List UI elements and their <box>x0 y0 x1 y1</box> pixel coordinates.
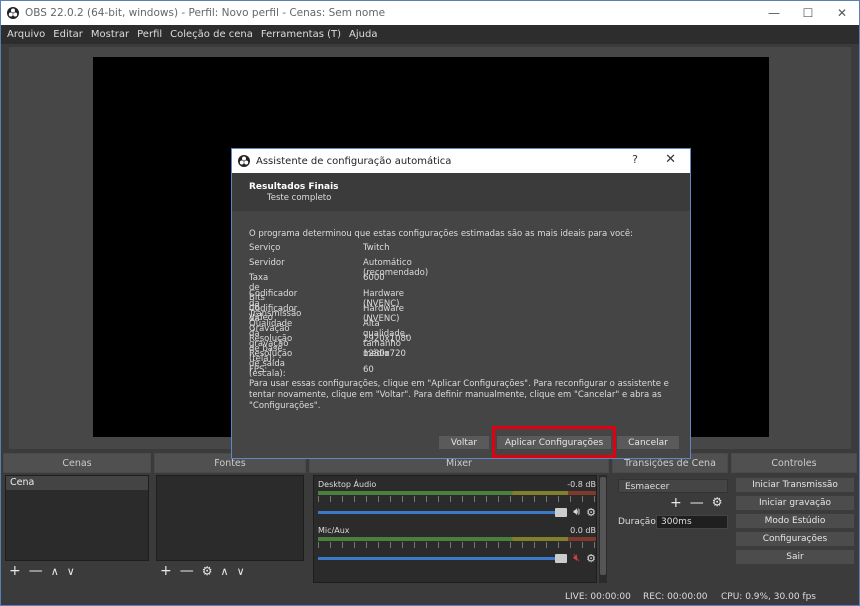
maximize-icon[interactable]: ☐ <box>791 1 825 25</box>
slider-handle[interactable] <box>555 553 568 563</box>
studio-mode-button[interactable]: Modo Estúdio <box>735 513 855 529</box>
start-recording-button[interactable]: Iniciar gravação <box>735 495 855 511</box>
chevron-down-icon[interactable]: ∨ <box>237 565 245 578</box>
close-icon[interactable]: ✕ <box>665 152 676 167</box>
channel-name: Mic/Aux <box>318 526 350 535</box>
speaker-icon[interactable]: 🔊︎ <box>573 505 580 519</box>
title-bar: OBS 22.0.2 (64-bit, windows) - Perfil: N… <box>1 1 859 25</box>
help-icon[interactable]: ? <box>632 153 638 166</box>
dialog-title-bar: Assistente de configuração automática ? … <box>232 149 690 173</box>
results-title: Resultados Finais <box>249 182 339 192</box>
chevron-up-icon[interactable]: ∧ <box>51 565 59 578</box>
gear-icon[interactable]: ⚙ <box>586 552 596 565</box>
result-value: 60 <box>363 364 374 375</box>
menu-bar: Arquivo Editar Mostrar Perfil Coleção de… <box>1 25 859 44</box>
remove-icon[interactable]: — <box>690 495 704 511</box>
gear-icon[interactable]: ⚙ <box>586 506 596 519</box>
results-intro: O programa determinou que estas configur… <box>249 229 633 239</box>
volume-slider[interactable] <box>318 553 568 563</box>
remove-icon[interactable]: — <box>180 563 194 579</box>
gear-icon[interactable]: ⚙ <box>712 495 723 511</box>
scenes-dock-title: Cenas <box>3 453 151 473</box>
highlight-box <box>492 426 616 458</box>
slider-handle[interactable] <box>555 507 568 517</box>
duration-label: Duração <box>618 517 656 527</box>
cancel-button[interactable]: Cancelar <box>616 435 680 450</box>
dialog-title: Assistente de configuração automática <box>256 155 452 167</box>
results-subtitle: Teste completo <box>267 193 332 203</box>
status-bar: LIVE: 00:00:00 REC: 00:00:00 CPU: 0.9%, … <box>1 589 859 605</box>
meter-scale <box>318 496 596 502</box>
result-key: FPS: <box>249 364 268 375</box>
channel-db: 0.0 dB <box>570 526 596 535</box>
add-icon[interactable]: + <box>9 563 21 579</box>
result-key: Servidor <box>249 258 285 269</box>
dialog-header: Resultados Finais Teste completo <box>232 173 690 211</box>
window-title: OBS 22.0.2 (64-bit, windows) - Perfil: N… <box>25 7 386 19</box>
mixer-panel: Desktop Áudio -0.8 dB 🔊︎ ⚙ Mic/Aux 0.0 dB <box>313 475 597 583</box>
menu-colecao-cena[interactable]: Coleção de cena <box>170 29 255 40</box>
mixer-channel-mic: Mic/Aux 0.0 dB 🔇︎ ⚙ <box>318 526 596 565</box>
chevron-up-icon[interactable]: ∧ <box>221 565 229 578</box>
channel-name: Desktop Áudio <box>318 480 377 489</box>
menu-perfil[interactable]: Perfil <box>137 29 164 40</box>
obs-logo-icon <box>238 155 250 167</box>
result-value: 1280x720 <box>363 349 406 360</box>
transitions-dock: Transições de Cena Esmaecer + — ⚙ Duraçã… <box>612 453 728 589</box>
obs-logo-icon <box>7 7 19 19</box>
menu-ferramentas[interactable]: Ferramentas (T) <box>261 29 343 40</box>
channel-db: -0.8 dB <box>567 480 596 489</box>
gear-icon[interactable]: ⚙ <box>202 564 213 578</box>
volume-meter <box>318 537 596 541</box>
close-icon[interactable]: ✕ <box>825 1 859 25</box>
menu-ajuda[interactable]: Ajuda <box>349 29 379 40</box>
sources-list[interactable] <box>156 475 304 561</box>
dock-area: Cenas Cena + — ∧ ∨ Fontes + — ⚙ ∧ ∨ Mixe… <box>1 453 859 589</box>
menu-arquivo[interactable]: Arquivo <box>7 29 47 40</box>
mixer-scrollbar[interactable] <box>599 475 607 583</box>
speaker-muted-icon[interactable]: 🔇︎ <box>573 551 580 565</box>
add-icon[interactable]: + <box>160 563 172 579</box>
minimize-icon[interactable]: — <box>757 1 791 25</box>
cpu-status: CPU: 0.9%, 30.00 fps <box>721 592 816 602</box>
list-item[interactable]: Cena <box>6 476 148 490</box>
add-icon[interactable]: + <box>670 495 682 511</box>
settings-button[interactable]: Configurações <box>735 531 855 547</box>
result-key: Serviço <box>249 243 281 253</box>
volume-meter <box>318 491 596 495</box>
mixer-dock: Mixer Desktop Áudio -0.8 dB 🔊︎ ⚙ Mic/Aux 0… <box>309 453 609 589</box>
sources-dock: Fontes + — ⚙ ∧ ∨ <box>154 453 306 589</box>
obs-main-window: OBS 22.0.2 (64-bit, windows) - Perfil: N… <box>0 0 860 606</box>
volume-slider[interactable] <box>318 507 568 517</box>
auto-config-dialog: Assistente de configuração automática ? … <box>231 148 691 459</box>
meter-scale <box>318 542 596 548</box>
remove-icon[interactable]: — <box>29 563 43 579</box>
start-streaming-button[interactable]: Iniciar Transmissão <box>735 477 855 493</box>
result-value: 6000 <box>363 273 385 284</box>
results-note: Para usar essas configurações, clique em… <box>249 379 669 411</box>
scenes-dock: Cenas Cena + — ∧ ∨ <box>3 453 151 589</box>
exit-button[interactable]: Sair <box>735 549 855 565</box>
transition-select[interactable]: Esmaecer <box>618 479 728 493</box>
result-value: 1920x1080 <box>363 334 412 345</box>
controls-dock-title: Controles <box>731 453 857 473</box>
result-value: Twitch <box>363 243 390 253</box>
scenes-list[interactable]: Cena <box>5 475 149 561</box>
duration-input[interactable]: 300ms <box>656 515 728 529</box>
back-button[interactable]: Voltar <box>438 435 490 450</box>
mixer-channel-desktop: Desktop Áudio -0.8 dB 🔊︎ ⚙ <box>318 480 596 519</box>
menu-mostrar[interactable]: Mostrar <box>91 29 131 40</box>
rec-status: REC: 00:00:00 <box>643 592 708 602</box>
chevron-down-icon[interactable]: ∨ <box>67 565 75 578</box>
live-status: LIVE: 00:00:00 <box>565 592 631 602</box>
controls-dock: Controles Iniciar Transmissão Iniciar gr… <box>731 453 857 589</box>
menu-editar[interactable]: Editar <box>53 29 85 40</box>
